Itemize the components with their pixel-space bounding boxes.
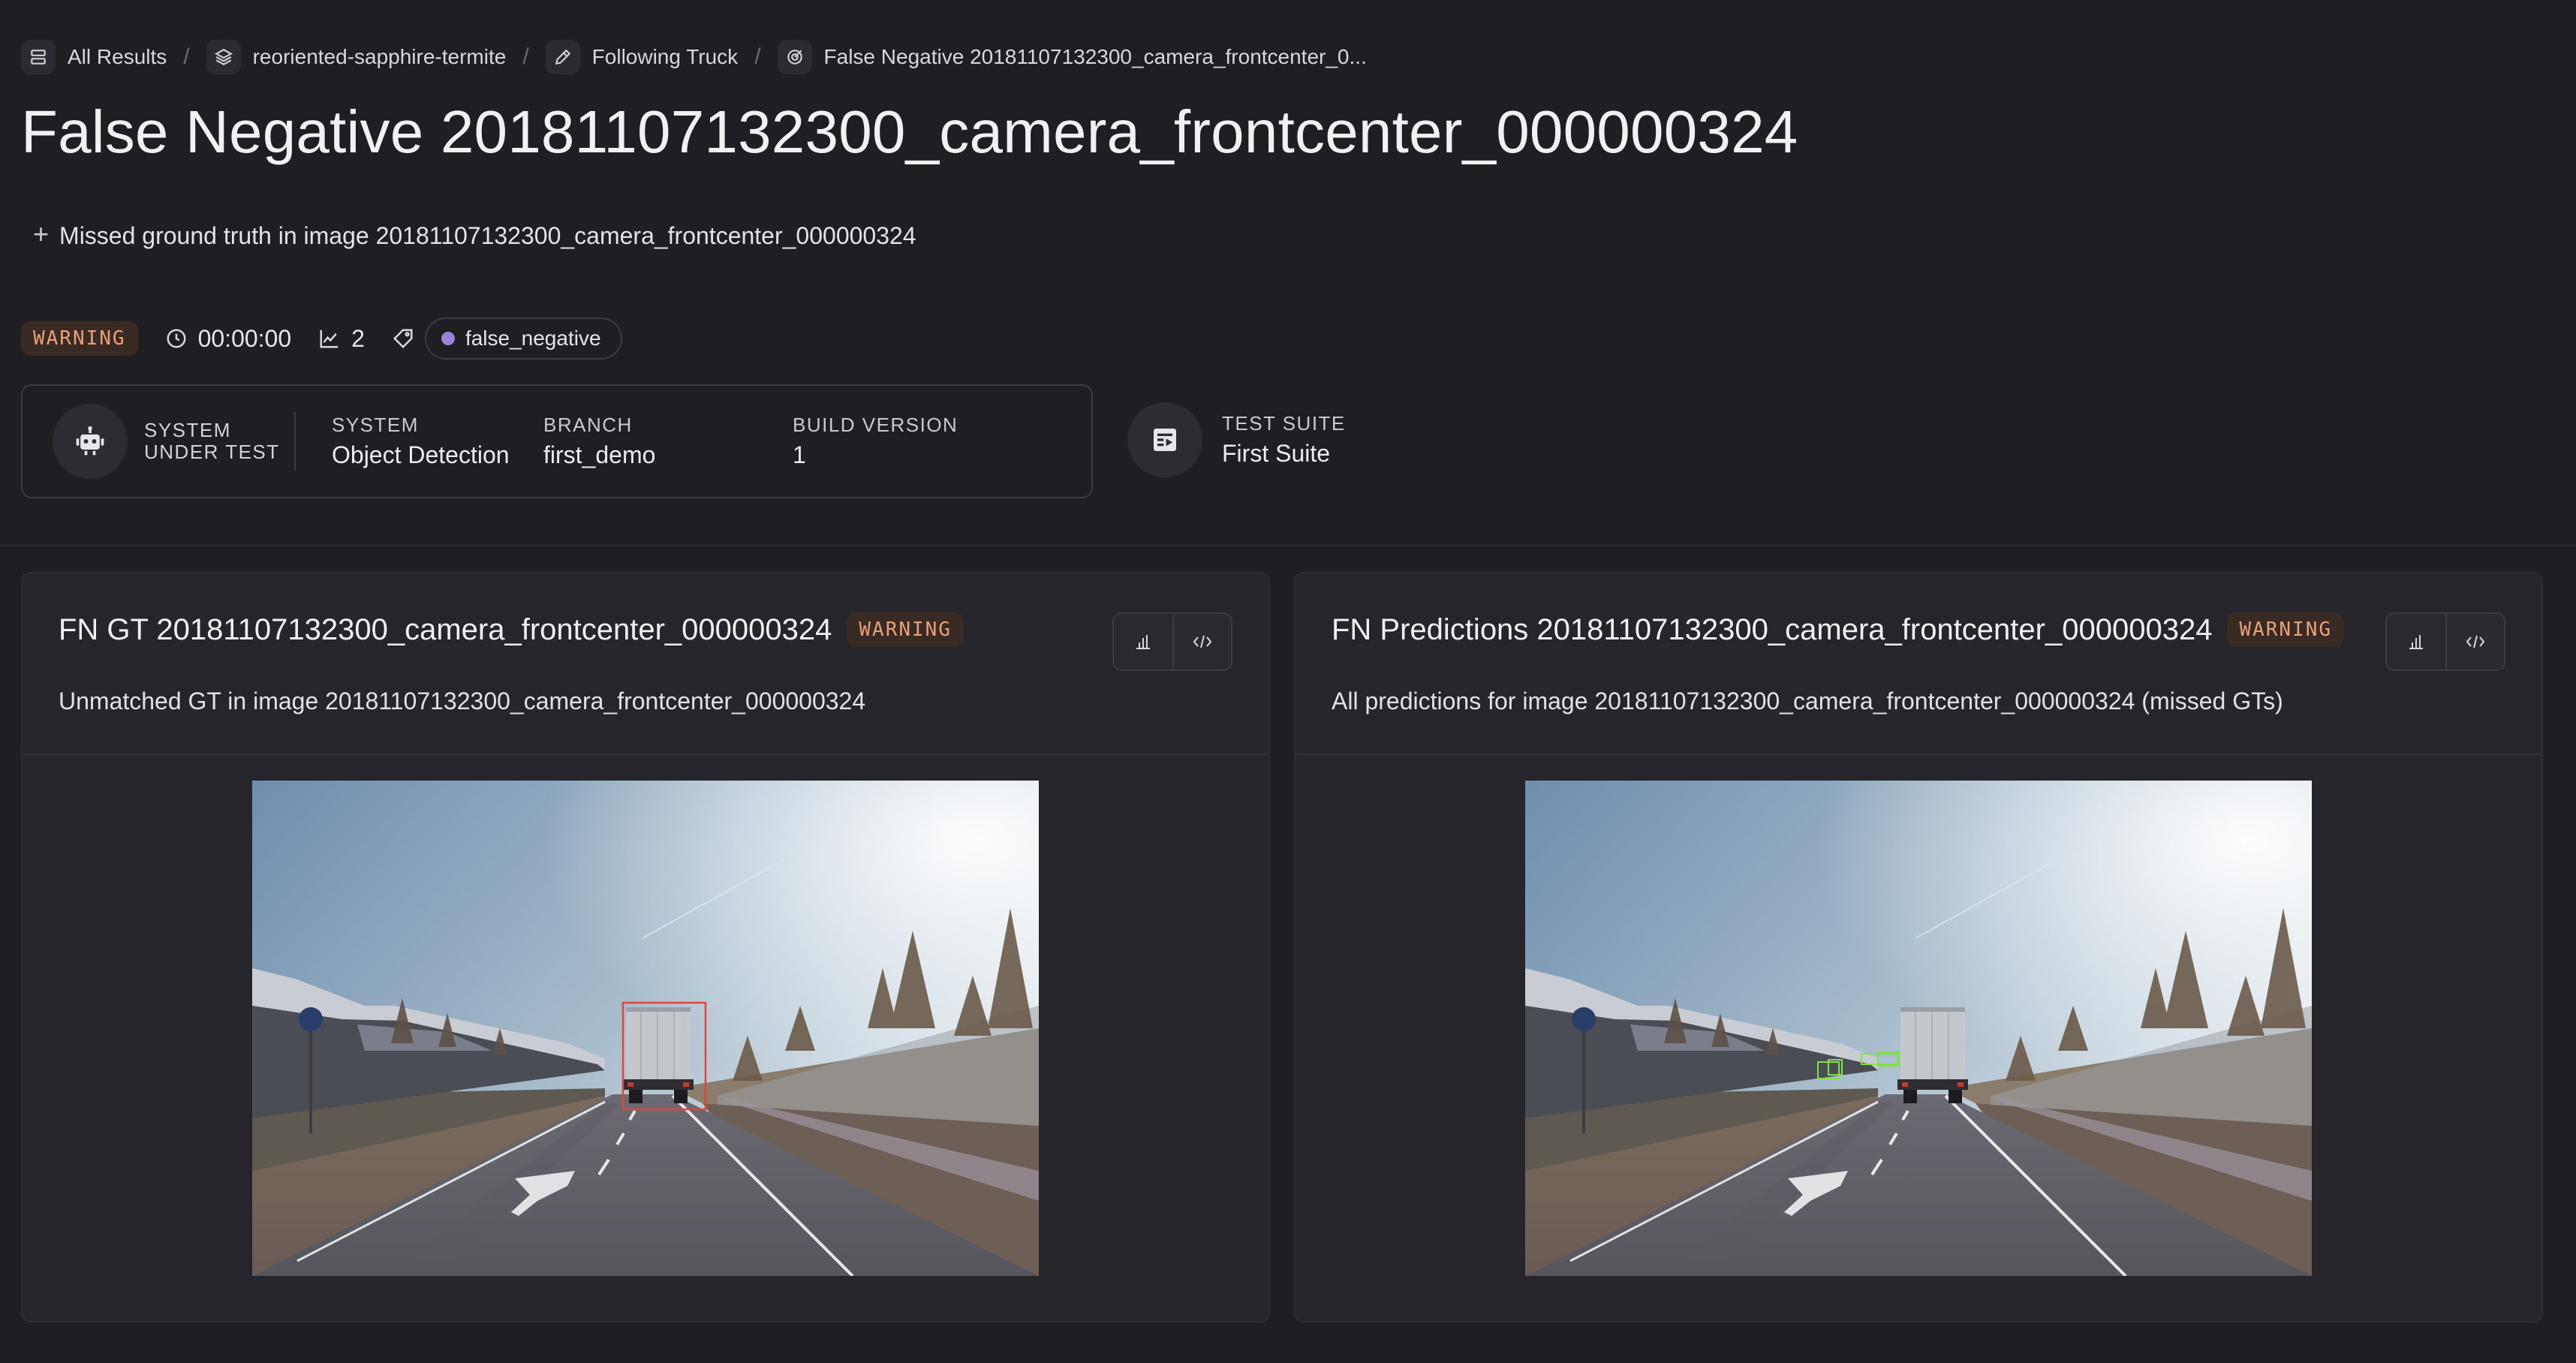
panel-actions <box>2385 612 2505 671</box>
breadcrumb-current[interactable]: False Negative 20181107132300_camera_fro… <box>777 40 1367 74</box>
panel-header: FN Predictions 20181107132300_camera_fro… <box>1332 612 2345 647</box>
metric-count-value: 2 <box>351 324 365 352</box>
panel-description: Unmatched GT in image 20181107132300_cam… <box>59 688 866 715</box>
target-icon <box>777 40 812 74</box>
system-key: SYSTEM <box>332 414 419 436</box>
tag-icon <box>393 329 413 349</box>
breadcrumb-experience[interactable]: reoriented-sapphire-termite <box>206 40 507 74</box>
bar-chart-icon <box>2409 635 2423 649</box>
code-icon <box>1193 635 1212 648</box>
status-badge: WARNING <box>21 321 138 356</box>
branch-field: BRANCH first_demo <box>543 414 793 469</box>
system-field: SYSTEM Object Detection <box>332 414 543 469</box>
panel-description: All predictions for image 20181107132300… <box>1332 688 2283 715</box>
plus-icon: + <box>33 218 50 249</box>
code-icon <box>2466 635 2485 648</box>
breadcrumb-label: False Negative 20181107132300_camera_fro… <box>823 45 1367 68</box>
tag-label: false_negative <box>465 326 601 350</box>
breadcrumb-label: Following Truck <box>591 45 739 68</box>
breadcrumb-separator: / <box>754 44 761 69</box>
branch-value[interactable]: first_demo <box>543 441 793 469</box>
panel-title: FN Predictions 20181107132300_camera_fro… <box>1332 612 2213 646</box>
breadcrumb-test[interactable]: Following Truck <box>545 40 739 74</box>
panel-actions <box>1112 612 1232 671</box>
breadcrumb-all-results[interactable]: All Results <box>21 40 167 74</box>
build-version-key: BUILD VERSION <box>793 414 958 436</box>
tag-dot <box>441 332 455 345</box>
chart-view-button[interactable] <box>1114 614 1172 669</box>
predictions-image <box>1525 781 2312 1276</box>
page-description-text: Missed ground truth in image 20181107132… <box>59 222 916 249</box>
panel-header: FN GT 20181107132300_camera_frontcenter_… <box>59 612 964 647</box>
sut-label-line2: UNDER TEST <box>144 441 280 463</box>
test-suite-value[interactable]: First Suite <box>1222 440 1346 468</box>
tags <box>392 327 414 350</box>
panel-title: FN GT 20181107132300_camera_frontcenter_… <box>59 612 832 646</box>
build-version-field: BUILD VERSION 1 <box>793 414 958 469</box>
gt-image <box>252 781 1039 1276</box>
code-view-button[interactable] <box>2445 614 2504 669</box>
robot-icon <box>53 404 128 479</box>
section-divider <box>0 545 2576 546</box>
line-chart-icon <box>320 329 339 348</box>
test-suite-field: TEST SUITE First Suite <box>1222 412 1346 468</box>
pencil-icon <box>545 40 580 74</box>
breadcrumb: All Results / reoriented-sapphire-termit… <box>21 39 1367 75</box>
panel-status-badge: WARNING <box>847 612 964 647</box>
page-description[interactable]: + Missed ground truth in image 201811071… <box>33 218 916 250</box>
system-value[interactable]: Object Detection <box>332 441 543 469</box>
breadcrumb-label: reoriented-sapphire-termite <box>252 45 507 68</box>
page-title: False Negative 20181107132300_camera_fro… <box>21 98 1798 165</box>
system-under-test-card: SYSTEM UNDER TEST SYSTEM Object Detectio… <box>21 384 1093 498</box>
sut-label-line1: SYSTEM <box>144 418 231 441</box>
fn-gt-panel: FN GT 20181107132300_camera_frontcenter_… <box>21 572 1270 1322</box>
branch-key: BRANCH <box>543 414 633 436</box>
clock-icon <box>167 329 186 348</box>
panel-status-badge: WARNING <box>2227 612 2345 647</box>
test-suite[interactable]: TEST SUITE First Suite <box>1127 402 1346 477</box>
list-icon <box>21 40 56 74</box>
divider <box>294 412 296 471</box>
code-view-button[interactable] <box>1172 614 1231 669</box>
build-version-value: 1 <box>793 441 806 468</box>
chart-view-button[interactable] <box>2387 614 2445 669</box>
breadcrumb-separator: / <box>183 44 190 69</box>
layers-icon <box>206 40 241 74</box>
breadcrumb-label: All Results <box>68 45 167 68</box>
bar-chart-icon <box>1136 635 1150 649</box>
breadcrumb-separator: / <box>522 44 529 69</box>
test-suite-key: TEST SUITE <box>1222 412 1346 435</box>
test-suite-icon <box>1127 402 1202 477</box>
status-row: WARNING 00:00:00 2 false_negative <box>21 317 622 360</box>
duration-value: 00:00:00 <box>197 324 292 352</box>
panel-divider <box>23 754 1268 755</box>
fn-predictions-panel: FN Predictions 20181107132300_camera_fro… <box>1294 572 2543 1322</box>
panel-divider <box>1296 754 2541 755</box>
duration: 00:00:00 <box>165 324 292 353</box>
tag-pill[interactable]: false_negative <box>424 317 622 360</box>
metric-count: 2 <box>318 325 365 353</box>
sut-label: SYSTEM UNDER TEST <box>144 418 294 463</box>
